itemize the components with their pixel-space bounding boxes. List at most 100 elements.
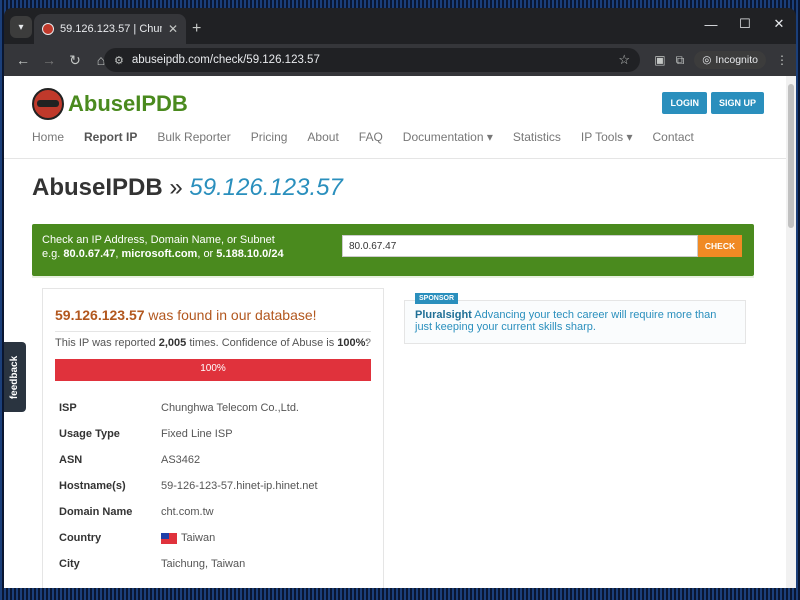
nav-item-documentation[interactable]: Documentation ▾ — [403, 130, 493, 144]
detail-value-country: Taiwan — [161, 532, 215, 544]
tab-strip: ▾ 59.126.123.57 | Chunghwa Telec ✕ + — ☐… — [4, 8, 796, 44]
check-ip-bar: Check an IP Address, Domain Name, or Sub… — [32, 224, 754, 276]
nav-item-report-ip[interactable]: Report IP — [84, 130, 137, 144]
minimize-icon[interactable]: — — [694, 12, 728, 36]
reported-prefix: This IP was reported — [55, 337, 159, 349]
nav-item-home[interactable]: Home — [32, 130, 64, 144]
ip-details-table: ISP Chunghwa Telecom Co.,Ltd. Usage Type… — [55, 395, 371, 577]
nav-item-faq[interactable]: FAQ — [359, 130, 383, 144]
url-text: abuseipdb.com/check/59.126.123.57 — [131, 54, 320, 66]
address-bar[interactable]: ⚙ abuseipdb.com/check/59.126.123.57 ☆ — [104, 48, 640, 72]
close-window-icon[interactable]: ✕ — [762, 12, 796, 36]
found-ip: 59.126.123.57 — [55, 307, 145, 323]
check-examples: e.g. 80.0.67.47, microsoft.com, or 5.188… — [42, 248, 284, 260]
examples-or: , or — [197, 248, 217, 260]
new-tab-icon[interactable]: + — [192, 20, 201, 38]
detail-row-asn: ASN AS3462 — [55, 447, 371, 473]
site-header: AbuseIPDB LOGIN SIGN UP — [4, 76, 796, 122]
tab-close-icon[interactable]: ✕ — [168, 22, 178, 36]
detail-row-hostname: Hostname(s) 59-126-123-57.hinet-ip.hinet… — [55, 473, 371, 499]
report-summary: This IP was reported 2,005 times. Confid… — [55, 337, 369, 349]
check-button[interactable]: CHECK — [698, 235, 742, 257]
page-viewport: AbuseIPDB LOGIN SIGN UP Home Report IP B… — [4, 76, 796, 588]
feedback-tab[interactable]: feedback — [4, 342, 26, 412]
check-instructions: Check an IP Address, Domain Name, or Sub… — [42, 234, 275, 246]
detail-row-usage-type: Usage Type Fixed Line ISP — [55, 421, 371, 447]
scrollbar-thumb[interactable] — [788, 84, 794, 228]
detail-row-isp: ISP Chunghwa Telecom Co.,Ltd. — [55, 395, 371, 421]
report-count: 2,005 — [158, 337, 187, 349]
confidence-value: 100% — [337, 337, 366, 349]
nav-item-statistics[interactable]: Statistics — [513, 130, 561, 144]
extension-icon[interactable]: ▣ — [654, 53, 665, 67]
help-icon[interactable]: ? — [365, 337, 371, 349]
check-bar-underline — [32, 276, 754, 278]
site-logo[interactable]: AbuseIPDB — [32, 88, 188, 120]
page-title-site: AbuseIPDB — [32, 174, 163, 201]
confidence-progress-bar: 100% — [55, 359, 371, 381]
detail-value: cht.com.tw — [161, 506, 214, 518]
detail-key: ISP — [59, 402, 77, 414]
detail-key: Country — [59, 532, 102, 544]
tab-title: 59.126.123.57 | Chunghwa Telec — [60, 23, 162, 35]
nav-item-pricing[interactable]: Pricing — [251, 130, 288, 144]
taiwan-flag-icon — [161, 532, 177, 544]
country-name: Taiwan — [181, 532, 216, 544]
reported-mid: times. Confidence of Abuse is — [186, 337, 338, 349]
detail-row-domain: Domain Name cht.com.tw — [55, 499, 371, 525]
sponsor-brand: Pluralsight — [415, 309, 472, 321]
logo-text: AbuseIPDB — [68, 91, 188, 116]
progress-label: 100% — [200, 363, 226, 374]
logo-icon — [32, 88, 64, 120]
feedback-label: feedback — [9, 355, 21, 399]
result-card: 59.126.123.57 was found in our database!… — [42, 288, 384, 588]
incognito-icon: ◎ — [702, 54, 712, 66]
extensions-puzzle-icon[interactable]: ⧉ — [676, 53, 685, 68]
sponsor-box[interactable]: SPONSOR Pluralsight Advancing your tech … — [404, 293, 746, 344]
detail-value: Chunghwa Telecom Co.,Ltd. — [161, 402, 299, 414]
sponsor-tag: SPONSOR — [415, 293, 459, 304]
browser-tab-active[interactable]: 59.126.123.57 | Chunghwa Telec ✕ — [34, 14, 186, 44]
page-title-separator: » — [162, 174, 190, 201]
found-message: 59.126.123.57 was found in our database! — [55, 307, 317, 323]
nav-divider — [4, 158, 786, 159]
window-controls: — ☐ ✕ — [694, 12, 796, 36]
nav-item-about[interactable]: About — [307, 130, 338, 144]
maximize-icon[interactable]: ☐ — [728, 12, 762, 36]
tab-search-button[interactable]: ▾ — [10, 16, 32, 38]
example-domain: microsoft.com — [121, 248, 198, 260]
detail-key: Domain Name — [59, 506, 133, 518]
site-favicon-icon — [42, 23, 54, 35]
page-scrollbar[interactable] — [786, 76, 796, 588]
login-button[interactable]: LOGIN — [662, 92, 707, 114]
sponsor-text: Pluralsight Advancing your tech career w… — [415, 309, 735, 333]
detail-value: 59-126-123-57.hinet-ip.hinet.net — [161, 480, 318, 492]
detail-key: Usage Type — [59, 428, 120, 440]
example-ip: 80.0.67.47 — [63, 248, 116, 260]
site-info-icon[interactable]: ⚙ — [114, 54, 124, 67]
examples-prefix: e.g. — [42, 248, 64, 260]
nav-item-bulk-reporter[interactable]: Bulk Reporter — [157, 130, 230, 144]
back-icon[interactable]: ← — [12, 49, 34, 71]
browser-toolbar: ← → ↻ ⌂ ⚙ abuseipdb.com/check/59.126.123… — [4, 44, 796, 76]
bookmark-star-icon[interactable]: ☆ — [618, 52, 630, 68]
page-title-ip: 59.126.123.57 — [189, 174, 343, 201]
detail-value: AS3462 — [161, 454, 201, 466]
detail-key: ASN — [59, 454, 83, 466]
nav-item-ip-tools[interactable]: IP Tools ▾ — [581, 130, 633, 144]
incognito-badge[interactable]: ◎ Incognito — [694, 51, 766, 69]
incognito-label: Incognito — [715, 54, 758, 66]
detail-value: Fixed Line ISP — [161, 428, 233, 440]
check-ip-input[interactable]: 80.0.67.47 — [342, 235, 698, 257]
signup-button[interactable]: SIGN UP — [710, 92, 764, 114]
nav-item-contact[interactable]: Contact — [653, 130, 694, 144]
menu-kebab-icon[interactable]: ⋮ — [776, 53, 788, 67]
card-divider — [55, 331, 371, 332]
auth-buttons: LOGIN SIGN UP — [662, 92, 764, 114]
reload-icon[interactable]: ↻ — [64, 49, 86, 71]
forward-icon[interactable]: → — [38, 49, 60, 71]
example-subnet: 5.188.10.0/24 — [216, 248, 284, 260]
detail-row-city: City Taichung, Taiwan — [55, 551, 371, 577]
page-title: AbuseIPDB » 59.126.123.57 — [32, 174, 343, 202]
detail-value: Taichung, Taiwan — [161, 558, 246, 570]
